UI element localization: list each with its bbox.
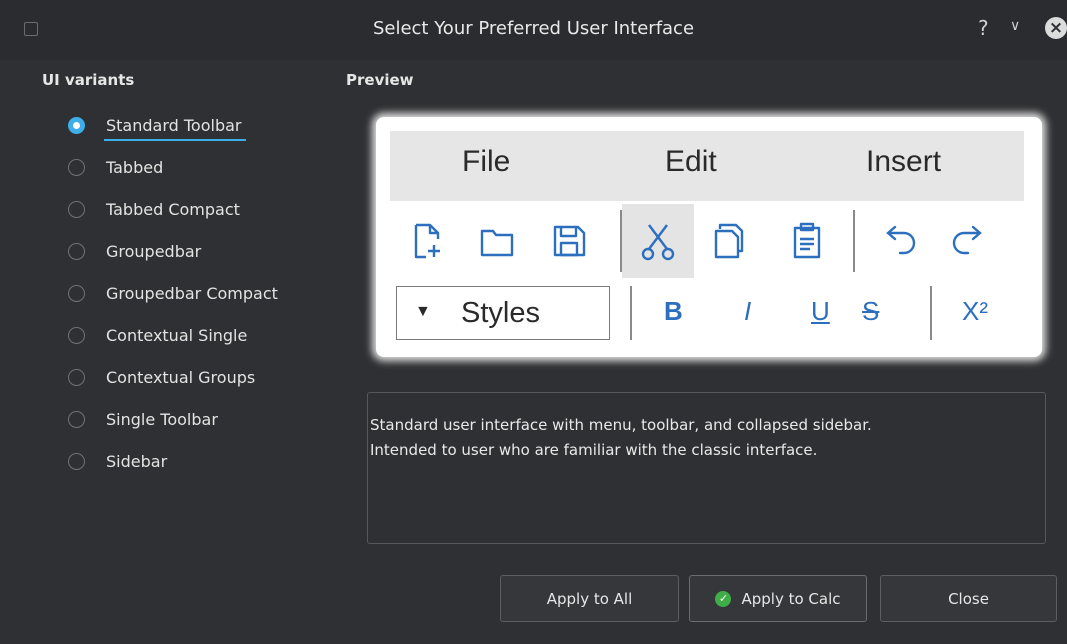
preview-menu-edit: Edit bbox=[665, 145, 717, 178]
close-button[interactable]: Close bbox=[880, 575, 1057, 622]
superscript-icon: X² bbox=[962, 296, 988, 326]
radio-button[interactable] bbox=[68, 452, 85, 470]
new-document-icon bbox=[404, 210, 450, 272]
radio-single-toolbar[interactable]: Single Toolbar bbox=[60, 398, 278, 440]
italic-icon: I bbox=[744, 296, 752, 326]
radio-label: Tabbed bbox=[106, 157, 164, 177]
radio-tabbed-compact[interactable]: Tabbed Compact bbox=[60, 188, 278, 230]
undo-icon bbox=[876, 210, 922, 272]
close-label: Close bbox=[948, 589, 989, 608]
ui-variants-label: UI variants bbox=[42, 71, 135, 89]
radio-label: Sidebar bbox=[106, 451, 168, 471]
description-line: Standard user interface with menu, toolb… bbox=[370, 416, 872, 434]
apply-to-calc-label: Apply to Calc bbox=[741, 589, 841, 608]
radio-groupedbar-compact[interactable]: Groupedbar Compact bbox=[60, 272, 278, 314]
radio-groupedbar[interactable]: Groupedbar bbox=[60, 230, 278, 272]
radio-button[interactable] bbox=[68, 200, 85, 218]
description-box: Standard user interface with menu, toolb… bbox=[367, 392, 1046, 544]
window-title: Select Your Preferred User Interface bbox=[372, 18, 695, 39]
paste-icon bbox=[784, 210, 830, 272]
radio-label: Groupedbar Compact bbox=[106, 283, 278, 303]
apply-to-all-button[interactable]: Apply to All bbox=[500, 575, 679, 622]
checkmark-icon: ✓ bbox=[715, 590, 732, 607]
toolbar-separator bbox=[930, 286, 932, 340]
bold-icon: B bbox=[664, 296, 683, 326]
preview-menu-file: File bbox=[462, 145, 511, 178]
preview-styles-dropdown: ▼ Styles bbox=[396, 286, 610, 340]
dropdown-arrow-icon: ▼ bbox=[415, 303, 431, 320]
preview-menubar: File Edit Insert bbox=[390, 131, 1024, 201]
radio-button[interactable] bbox=[68, 242, 85, 260]
apply-to-calc-button[interactable]: ✓ Apply to Calc bbox=[689, 575, 867, 622]
radio-tabbed[interactable]: Tabbed bbox=[60, 146, 278, 188]
strikethrough-icon: S bbox=[862, 296, 880, 326]
styles-label: Styles bbox=[461, 297, 540, 329]
radio-label: Contextual Single bbox=[106, 325, 248, 345]
radio-label: Single Toolbar bbox=[106, 409, 218, 429]
redo-icon bbox=[946, 210, 992, 272]
toolbar-separator bbox=[853, 210, 855, 272]
description-line: Intended to user who are familiar with t… bbox=[370, 441, 818, 459]
copy-icon bbox=[706, 210, 752, 272]
radio-contextual-single[interactable]: Contextual Single bbox=[60, 314, 278, 356]
help-button[interactable]: ? bbox=[978, 16, 989, 40]
radio-contextual-groups[interactable]: Contextual Groups bbox=[60, 356, 278, 398]
underline-icon: U bbox=[811, 296, 830, 326]
title-bar: Select Your Preferred User Interface ? ∨… bbox=[0, 0, 1067, 60]
radio-button[interactable] bbox=[68, 158, 85, 176]
close-window-button[interactable]: × bbox=[1045, 17, 1067, 39]
radio-standard-toolbar[interactable]: Standard Toolbar bbox=[60, 104, 278, 146]
radio-button[interactable] bbox=[68, 116, 85, 134]
radio-button[interactable] bbox=[68, 368, 85, 386]
radio-label: Groupedbar bbox=[106, 241, 202, 261]
ui-variants-list: Standard Toolbar Tabbed Tabbed Compact G… bbox=[60, 104, 278, 482]
radio-label: Standard Toolbar bbox=[104, 115, 245, 141]
preview-label: Preview bbox=[346, 71, 414, 89]
radio-label: Contextual Groups bbox=[106, 367, 256, 387]
save-icon bbox=[546, 210, 592, 272]
minimize-button[interactable]: ∨ bbox=[1010, 18, 1020, 34]
preview-toolbar bbox=[390, 204, 1024, 278]
radio-button[interactable] bbox=[68, 410, 85, 428]
radio-sidebar[interactable]: Sidebar bbox=[60, 440, 278, 482]
radio-button[interactable] bbox=[68, 326, 85, 344]
radio-label: Tabbed Compact bbox=[106, 199, 240, 219]
preview-menu-insert: Insert bbox=[866, 145, 942, 178]
toolbar-separator bbox=[630, 286, 632, 340]
open-folder-icon bbox=[474, 210, 520, 272]
apply-to-all-label: Apply to All bbox=[546, 589, 633, 608]
radio-button[interactable] bbox=[68, 284, 85, 302]
cut-icon bbox=[622, 204, 694, 278]
